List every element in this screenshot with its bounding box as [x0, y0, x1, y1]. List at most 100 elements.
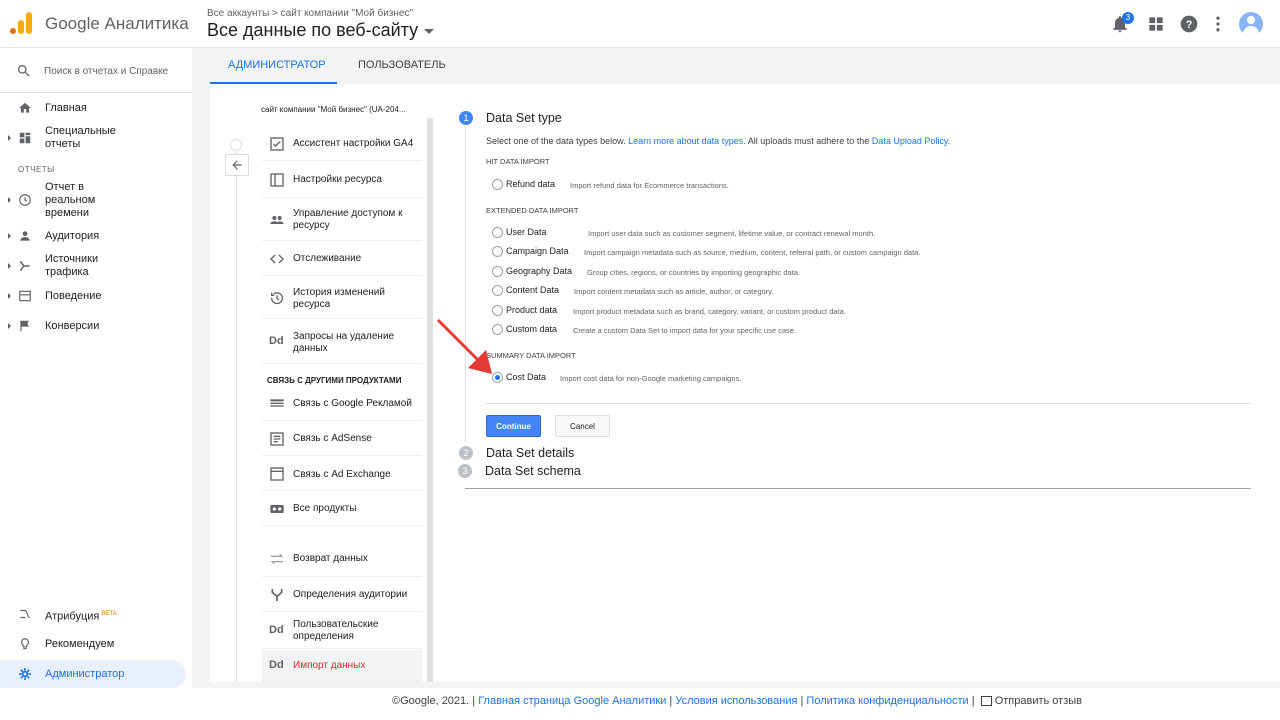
nav-behavior[interactable]: Поведение [0, 288, 192, 304]
prop-ad-exchange[interactable]: Связь с Ad Exchange [262, 457, 422, 491]
history-icon [270, 292, 283, 305]
step-title[interactable]: Data Set schema [485, 464, 581, 478]
property-selector[interactable]: сайт компании "Мой бизнес" (UA-204... [261, 105, 421, 114]
feedback-link[interactable]: Отправить отзыв [995, 695, 1082, 707]
dot-icon [230, 139, 242, 151]
prop-data-return[interactable]: Возврат данных [262, 541, 422, 577]
view-selector[interactable]: Все данные по веб-сайту [207, 20, 435, 41]
prop-data-import[interactable]: Dd Импорт данных [262, 650, 422, 682]
prop-label: Возврат данных [293, 553, 368, 564]
nav-conversions[interactable]: Конверсии [0, 318, 192, 334]
group-header: EXTENDED DATA IMPORT [486, 206, 579, 215]
dd-icon: Dd [269, 335, 284, 347]
prop-google-ads[interactable]: Связь с Google Рекламой [262, 387, 422, 421]
help-icon[interactable]: ? [1179, 14, 1199, 34]
back-button[interactable] [225, 154, 249, 176]
prop-label: Отслеживание [293, 253, 362, 264]
expand-arrow-icon [8, 135, 11, 141]
dashboard-icon [19, 132, 31, 144]
nav-acquisition[interactable]: Источники трафика [0, 252, 192, 280]
radio-button[interactable] [492, 246, 503, 257]
nav-audience[interactable]: Аудитория [0, 228, 192, 244]
beta-badge: BETA [101, 611, 117, 617]
intro-text: Select one of the data types below. Lear… [486, 136, 951, 146]
nav-recommend[interactable]: Рекомендуем [0, 636, 192, 652]
continue-button[interactable]: Continue [486, 415, 541, 437]
prop-label: Все продукты [293, 503, 357, 514]
nav-custom-reports[interactable]: Специальные отчеты [0, 124, 192, 152]
prop-label: Связь с AdSense [293, 433, 372, 444]
audience-fork-icon [271, 589, 283, 601]
nav-attribution[interactable]: Атрибуция BETA [0, 606, 192, 623]
clock-icon [19, 194, 31, 206]
nav-label: Администратор [45, 668, 125, 680]
apps-grid-icon[interactable] [1146, 14, 1166, 34]
view-name: Все данные по веб-сайту [207, 20, 419, 40]
expand-arrow-icon [8, 233, 11, 239]
prop-deletion[interactable]: Dd Запросы на удаление данных [262, 320, 422, 364]
radio-button[interactable] [492, 227, 503, 238]
cancel-button[interactable]: Cancel [555, 415, 610, 437]
group-header: HIT DATA IMPORT [486, 157, 550, 166]
prop-history[interactable]: История изменений ресурса [262, 277, 422, 319]
prop-tracking[interactable]: Отслеживание [262, 242, 422, 276]
svg-text:?: ? [1186, 19, 1193, 31]
more-vert-icon[interactable] [1208, 14, 1228, 34]
search-box[interactable] [0, 58, 192, 84]
checkbox-icon [270, 137, 284, 151]
link-panel-icon [270, 399, 284, 407]
arrow-left-icon [232, 160, 242, 170]
radio-button[interactable] [492, 266, 503, 277]
group-header: SUMMARY DATA IMPORT [486, 351, 576, 360]
notification-badge: 3 [1122, 12, 1134, 24]
nav-home[interactable]: Главная [0, 100, 192, 116]
prop-label: Управление доступом к ресурсу [293, 208, 403, 231]
breadcrumb[interactable]: Все аккаунты > сайт компании "Мой бизнес… [207, 8, 413, 19]
footer-privacy-link[interactable]: Политика конфиденциальности [806, 695, 968, 707]
prop-label: История изменений ресурса [293, 287, 385, 310]
search-icon [18, 65, 30, 77]
divider [0, 92, 192, 93]
prop-all-products[interactable]: Все продукты [262, 492, 422, 526]
nav-realtime[interactable]: Отчет в реальном времени [0, 180, 192, 220]
step-title: Data Set type [486, 111, 562, 125]
traffic-icon [19, 260, 30, 272]
gear-icon [19, 668, 31, 680]
avatar[interactable] [1239, 12, 1263, 36]
radio-button[interactable] [492, 285, 503, 296]
data-upload-policy-link[interactable]: Data Upload Policy [872, 136, 948, 146]
prop-ga4-assistant[interactable]: Ассистент настройки GA4 [262, 127, 422, 161]
footer-terms-link[interactable]: Условия использования [675, 695, 797, 707]
learn-more-link[interactable]: Learn more about data types. [628, 136, 746, 146]
prop-section-links: СВЯЗЬ С ДРУГИМИ ПРОДУКТАМИ [267, 376, 402, 385]
caret-down-icon [424, 28, 435, 34]
nav-label: Источники трафика [45, 253, 99, 278]
radio-button[interactable] [492, 305, 503, 316]
prop-access[interactable]: Управление доступом к ресурсу [262, 199, 422, 241]
scrollbar[interactable] [427, 118, 433, 682]
nav-admin[interactable]: Администратор [0, 660, 186, 688]
prop-adsense[interactable]: Связь с AdSense [262, 422, 422, 456]
nav-label: Специальные отчеты [45, 125, 116, 150]
nav-label: Главная [45, 102, 87, 114]
all-products-icon [270, 505, 284, 513]
radio-button[interactable] [492, 179, 503, 190]
expand-arrow-icon [8, 197, 11, 203]
top-bar: Google Аналитика Все аккаунты > сайт ком… [0, 0, 1280, 48]
search-input[interactable] [44, 62, 176, 80]
nav-label: Аудитория [45, 230, 100, 242]
product-name[interactable]: Google Аналитика [45, 14, 189, 34]
prop-label: Настройки ресурса [293, 174, 382, 185]
ad-exchange-icon [270, 467, 284, 481]
prop-settings[interactable]: Настройки ресурса [262, 162, 422, 198]
tab-user[interactable]: ПОЛЬЗОВАТЕЛЬ [358, 59, 446, 71]
divider [486, 403, 1251, 404]
step-title[interactable]: Data Set details [486, 446, 574, 460]
flag-icon [20, 320, 29, 332]
home-icon [19, 102, 31, 113]
tab-admin[interactable]: АДМИНИСТРАТОР [228, 59, 326, 71]
analytics-logo-icon[interactable] [10, 12, 32, 34]
prop-custom-def[interactable]: Dd Пользовательские определения [262, 613, 422, 649]
prop-audience-def[interactable]: Определения аудитории [262, 578, 422, 612]
footer-home-link[interactable]: Главная страница Google Аналитики [478, 695, 666, 707]
